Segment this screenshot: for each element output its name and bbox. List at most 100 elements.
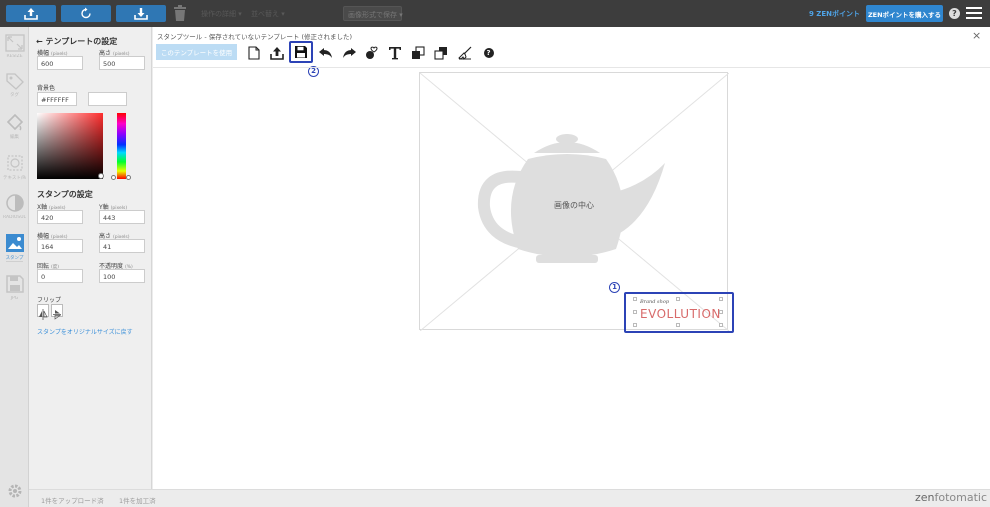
- settings-panel: ← テンプレートの設定 横幅 (pixels) 600 高さ (pixels) …: [29, 27, 152, 489]
- stamp-handle-tl[interactable]: [633, 297, 637, 301]
- reset-stamp-size-link[interactable]: スタンプをオリジナルサイズに戻す: [37, 327, 133, 336]
- flip-vertical-icon: [53, 310, 62, 320]
- stamp-subtext: Brand shop: [640, 299, 670, 305]
- template-width-input[interactable]: 600: [37, 56, 83, 70]
- callout-1: 1: [609, 282, 620, 293]
- rail-item-jpg[interactable]: JPG: [3, 274, 26, 301]
- editor-area: スタンプツール - 保存されていないテンプレート (修正されました) × このテ…: [153, 27, 990, 489]
- stamp-handle-tr[interactable]: [719, 297, 723, 301]
- redo-button[interactable]: [341, 45, 356, 60]
- stamp-rotation-input[interactable]: 0: [37, 269, 83, 283]
- gear-icon[interactable]: [6, 482, 24, 500]
- status-bar: 1件をアップロード済 1件を加工済 zenfotomatic: [29, 489, 990, 507]
- rail-divider: [6, 261, 23, 262]
- template-settings-title[interactable]: ← テンプレートの設定: [36, 36, 117, 47]
- brand-logo: zenfotomatic: [915, 491, 988, 504]
- rotate-frame-icon: [6, 155, 23, 171]
- flip-horizontal-button[interactable]: [37, 304, 49, 320]
- app-root: 操作の詳細 ▾ 並べ替え ▾ 画像形式で保存 ▾ 9 ZENポイント ZENポイ…: [0, 0, 990, 507]
- contrast-icon: [5, 194, 24, 212]
- stamp-height-input[interactable]: 41: [99, 239, 145, 253]
- hue-handle-right[interactable]: [126, 175, 131, 180]
- stamp-handle-ml[interactable]: [633, 310, 637, 314]
- template-height-input[interactable]: 500: [99, 56, 145, 70]
- redo-icon: [342, 47, 356, 58]
- stamp-x-input[interactable]: 420: [37, 210, 83, 224]
- flip-vertical-button[interactable]: [51, 304, 63, 320]
- back-arrow-icon[interactable]: ←: [36, 37, 43, 46]
- breadcrumb: スタンプツール - 保存されていないテンプレート (修正されました): [157, 33, 353, 41]
- tag-icon: [5, 73, 24, 90]
- stamp-handle-bl[interactable]: [633, 323, 637, 327]
- rail-item-resize[interactable]: RESIZE: [3, 34, 26, 59]
- flip-label: フリップ: [37, 297, 62, 304]
- color-picker-area[interactable]: [37, 113, 103, 179]
- bring-front-button[interactable]: [410, 45, 425, 60]
- bring-front-icon: [411, 45, 425, 59]
- floppy-disk-icon: [5, 275, 24, 293]
- new-document-button[interactable]: [246, 45, 261, 60]
- canvas-center-label: 画像の中心: [554, 201, 594, 210]
- send-back-icon: [433, 46, 447, 60]
- tool-rail: RESIZE タグ 編集 テキスト/Rule RADIOSUL スタンプ JPG: [0, 27, 29, 507]
- trash-icon[interactable]: [173, 5, 187, 22]
- download-icon: [134, 8, 148, 20]
- upload-template-button[interactable]: [269, 45, 284, 60]
- help-icon: ?: [483, 47, 494, 58]
- rail-item-stamp[interactable]: スタンプ: [3, 233, 26, 261]
- bg-color-input[interactable]: #FFFFFF: [37, 92, 77, 106]
- sort-dropdown[interactable]: 並べ替え ▾: [251, 9, 285, 19]
- stamp-handle-bc[interactable]: [676, 323, 680, 327]
- send-back-button[interactable]: [433, 45, 448, 60]
- help-icon[interactable]: ?: [949, 8, 960, 19]
- stamp-opacity-input[interactable]: 100: [99, 269, 145, 283]
- rail-item-text-rule[interactable]: テキスト/Rule: [3, 153, 26, 181]
- help-button[interactable]: ?: [481, 45, 496, 60]
- stamp-settings-title: スタンプの設定: [37, 190, 93, 199]
- heart-stamp-icon: [365, 46, 378, 59]
- buy-points-button[interactable]: ZENポイントを購入する: [866, 5, 943, 22]
- points-balance: 9 ZENポイント: [808, 10, 860, 18]
- filter-dropdown[interactable]: 操作の詳細 ▾: [201, 9, 242, 19]
- save-format-select[interactable]: 画像形式で保存 ▾: [343, 6, 403, 21]
- text-icon: [388, 46, 401, 59]
- rail-item-edit[interactable]: 編集: [3, 112, 26, 140]
- close-icon[interactable]: ×: [972, 29, 981, 42]
- stamp-y-input[interactable]: 443: [99, 210, 145, 224]
- broom-icon: [457, 46, 471, 60]
- stamp-text: EVOLLUTION: [640, 307, 721, 321]
- stamp-width-input[interactable]: 164: [37, 239, 83, 253]
- resize-icon: [4, 34, 25, 52]
- undo-button[interactable]: [318, 45, 333, 60]
- upload-icon: [269, 46, 284, 60]
- use-template-button[interactable]: このテンプレートを使用: [156, 44, 237, 60]
- floppy-disk-icon: [295, 46, 307, 58]
- menu-icon[interactable]: [966, 7, 982, 20]
- refresh-icon: [81, 7, 91, 19]
- bg-color-label: 背景色: [37, 85, 56, 92]
- stamp-handle-br[interactable]: [719, 323, 723, 327]
- stamp-element[interactable]: Brand shop EVOLLUTION: [624, 292, 734, 333]
- stamp-handle-mr[interactable]: [719, 310, 723, 314]
- top-bar: 操作の詳細 ▾ 並べ替え ▾ 画像形式で保存 ▾ 9 ZENポイント ZENポイ…: [0, 0, 990, 27]
- text-tool-button[interactable]: [387, 45, 402, 60]
- upload-icon: [24, 8, 38, 20]
- save-button[interactable]: [289, 41, 313, 63]
- new-document-icon: [247, 45, 260, 60]
- color-picker-handle[interactable]: [98, 173, 104, 179]
- stamp-handle-tc[interactable]: [676, 297, 680, 301]
- download-button[interactable]: [116, 5, 166, 22]
- eraser-button[interactable]: [457, 45, 472, 60]
- refresh-button[interactable]: [61, 5, 111, 22]
- rail-item-radiosul[interactable]: RADIOSUL: [3, 193, 26, 220]
- rail-item-tag[interactable]: タグ: [3, 72, 26, 98]
- toolbar-divider: [153, 67, 990, 68]
- upload-button[interactable]: [6, 5, 56, 22]
- bg-color-swatch[interactable]: [88, 92, 127, 106]
- stamp-tool-button[interactable]: [364, 45, 379, 60]
- flip-horizontal-icon: [39, 309, 48, 320]
- undo-icon: [318, 47, 332, 58]
- processed-count: 1件を加工済: [119, 497, 156, 505]
- hue-handle-left[interactable]: [111, 175, 116, 180]
- hue-slider[interactable]: [117, 113, 126, 179]
